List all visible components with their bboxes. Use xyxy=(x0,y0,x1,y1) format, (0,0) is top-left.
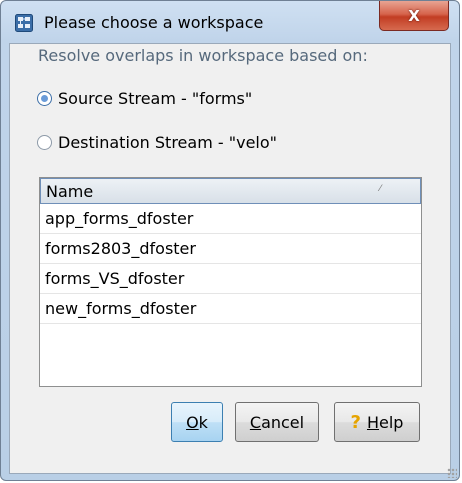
close-icon: X xyxy=(408,6,420,25)
radio-source-stream[interactable]: Source Stream - "forms" xyxy=(37,89,252,108)
cancel-button[interactable]: Cancel xyxy=(235,402,319,442)
title-bar[interactable]: Please choose a workspace X xyxy=(1,1,459,43)
window-title: Please choose a workspace xyxy=(44,13,264,32)
table-row[interactable]: forms2803_dfoster xyxy=(40,234,421,264)
prompt-label: Resolve overlaps in workspace based on: xyxy=(38,46,368,65)
radio-destination-stream-label[interactable]: Destination Stream - "velo" xyxy=(58,133,277,152)
sort-indicator-icon: ⁄ xyxy=(379,184,381,194)
workspace-table[interactable]: Name ⁄ app_forms_dfoster forms2803_dfost… xyxy=(39,177,422,387)
ok-button[interactable]: Ok xyxy=(171,402,223,442)
dialog-window: Please choose a workspace X Resolve over… xyxy=(0,0,460,481)
cancel-label-rest: ancel xyxy=(261,412,305,432)
radio-unchecked-icon[interactable] xyxy=(37,135,52,150)
table-row[interactable]: app_forms_dfoster xyxy=(40,204,421,234)
radio-source-stream-label[interactable]: Source Stream - "forms" xyxy=(58,89,252,108)
table-row[interactable]: forms_VS_dfoster xyxy=(40,264,421,294)
table-row[interactable]: new_forms_dfoster xyxy=(40,294,421,324)
close-button[interactable]: X xyxy=(379,1,449,31)
ok-mnemonic: O xyxy=(186,412,199,432)
radio-checked-icon[interactable] xyxy=(37,91,52,106)
help-mnemonic: H xyxy=(366,412,380,432)
ok-label-rest: k xyxy=(198,412,208,432)
workspace-app-icon xyxy=(15,14,33,32)
table-header-name[interactable]: Name ⁄ xyxy=(40,178,421,204)
help-label-rest: elp xyxy=(379,412,404,432)
column-header-label: Name xyxy=(46,182,94,201)
radio-destination-stream[interactable]: Destination Stream - "velo" xyxy=(37,133,277,152)
question-mark-icon: ? xyxy=(350,411,361,433)
resize-grip[interactable] xyxy=(447,468,457,478)
help-button[interactable]: ? Help xyxy=(334,402,420,442)
cancel-mnemonic: C xyxy=(249,412,262,432)
